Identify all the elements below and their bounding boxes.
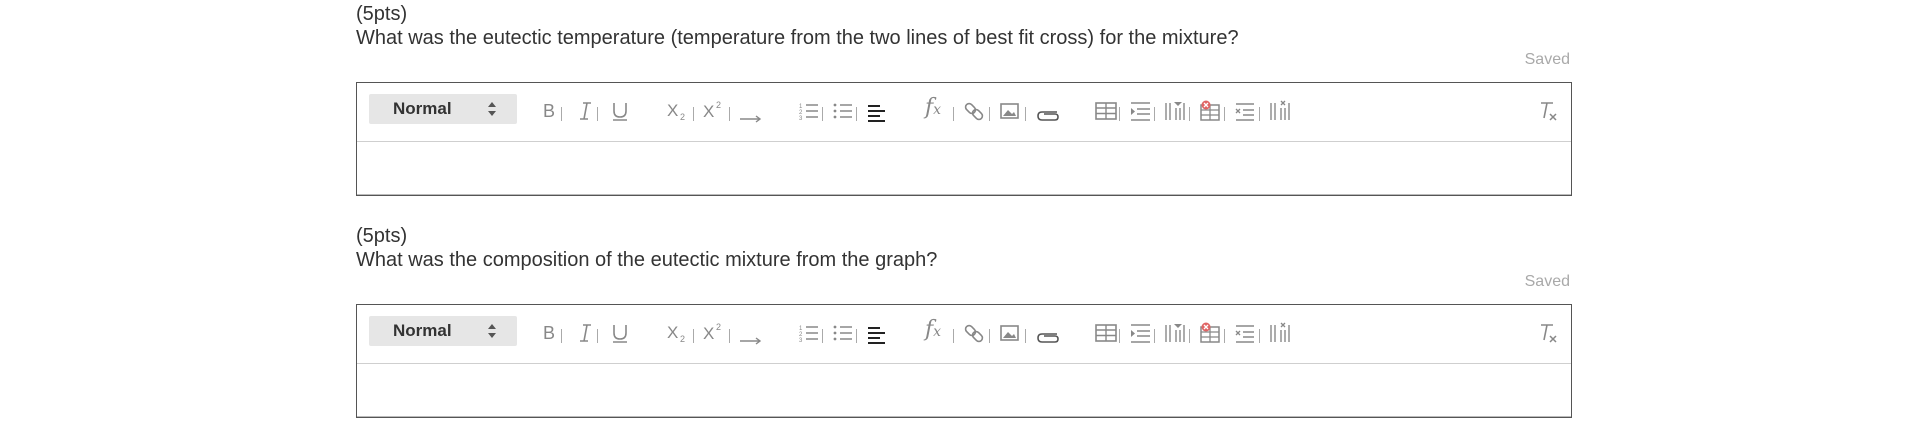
insert-column-icon[interactable] [1164,321,1186,345]
toolbar-separator [1025,107,1026,121]
toolbar-separator [693,107,694,121]
toolbar-separator [953,107,954,121]
toolbar-separator [1259,329,1260,343]
italic-icon[interactable] [575,321,597,345]
superscript-icon[interactable]: X2 [702,321,724,345]
subscript-icon[interactable]: X2 [666,99,688,123]
svg-text:2: 2 [716,322,721,332]
svg-text:3: 3 [799,116,803,122]
toolbar-separator [1189,107,1190,121]
toolbar-separator [693,329,694,343]
attachment-icon[interactable] [1035,99,1061,123]
image-icon[interactable] [999,321,1021,345]
delete-column-icon[interactable] [1269,99,1291,123]
editor-toolbar: Normal B X2 X2 1 2 3 fx [357,305,1571,364]
format-select-value: Normal [393,99,452,118]
updown-arrow-icon [487,101,497,122]
toolbar-separator [989,107,990,121]
updown-arrow-icon [487,323,497,344]
align-left-icon[interactable] [866,99,888,123]
toolbar-separator [1119,107,1120,121]
insert-column-icon[interactable] [1164,99,1186,123]
toolbar-separator [856,107,857,121]
editor-toolbar: Normal B X2 X2 1 2 3 fx [357,83,1571,142]
ordered-list-icon[interactable]: 123 [798,99,820,123]
underline-icon[interactable] [609,321,631,345]
align-left-icon[interactable] [866,321,888,345]
toolbar-separator [729,107,730,121]
svg-text:X: X [703,324,714,343]
rich-text-editor: Normal B X2 X2 1 2 3 fx [356,304,1572,418]
bullet-list-icon[interactable] [832,321,854,345]
format-select[interactable]: Normal [369,316,517,346]
underline-icon[interactable] [609,99,631,123]
delete-column-icon[interactable] [1269,321,1291,345]
saved-status: Saved [1524,51,1570,68]
svg-text:2: 2 [680,112,685,122]
bold-icon[interactable]: B [540,321,562,345]
answer-text-area[interactable] [357,364,1571,417]
toolbar-separator [1259,107,1260,121]
toolbar-separator [1224,329,1225,343]
toolbar-separator [1025,329,1026,343]
bold-icon[interactable]: B [540,99,562,123]
delete-table-icon[interactable] [1199,321,1221,345]
table-icon[interactable] [1095,321,1117,345]
toolbar-separator [1154,107,1155,121]
svg-text:X: X [703,102,714,121]
clear-format-icon[interactable] [1537,321,1559,345]
svg-text:3: 3 [799,338,803,344]
svg-text:X: X [667,323,678,342]
bullet-list-icon[interactable] [832,99,854,123]
image-icon[interactable] [999,99,1021,123]
question-prompt: What was the eutectic temperature (tempe… [356,27,1239,49]
format-select-value: Normal [393,321,452,340]
format-select[interactable]: Normal [369,94,517,124]
svg-text:2: 2 [716,100,721,110]
insert-row-icon[interactable] [1129,99,1151,123]
formula-icon[interactable]: fx [925,95,941,123]
toolbar-separator [856,329,857,343]
formula-icon[interactable]: fx [925,317,941,345]
answer-text-area[interactable] [357,142,1571,195]
toolbar-separator [729,329,730,343]
toolbar-separator [597,107,598,121]
svg-text:X: X [667,101,678,120]
link-icon[interactable] [963,99,985,123]
insert-row-icon[interactable] [1129,321,1151,345]
arrow-icon[interactable] [737,321,765,345]
link-icon[interactable] [963,321,985,345]
svg-text:2: 2 [680,334,685,344]
delete-table-icon[interactable] [1199,99,1221,123]
question-points: (5pts) [356,225,408,247]
toolbar-separator [953,329,954,343]
table-icon[interactable] [1095,99,1117,123]
toolbar-separator [1224,107,1225,121]
clear-format-icon[interactable] [1537,99,1559,123]
italic-icon[interactable] [575,99,597,123]
toolbar-separator [1189,329,1190,343]
svg-text:B: B [543,323,555,343]
toolbar-separator [1154,329,1155,343]
toolbar-separator [597,329,598,343]
attachment-icon[interactable] [1035,321,1061,345]
superscript-icon[interactable]: X2 [702,99,724,123]
toolbar-separator [989,329,990,343]
saved-status: Saved [1524,273,1570,290]
toolbar-separator [561,329,562,343]
delete-row-icon[interactable] [1234,99,1256,123]
arrow-icon[interactable] [737,99,765,123]
toolbar-separator [822,329,823,343]
svg-text:B: B [543,101,555,121]
question-points: (5pts) [356,3,408,25]
ordered-list-icon[interactable]: 123 [798,321,820,345]
rich-text-editor: Normal B X2 X2 1 2 3 fx [356,82,1572,196]
subscript-icon[interactable]: X2 [666,321,688,345]
question-prompt: What was the composition of the eutectic… [356,249,938,271]
toolbar-separator [561,107,562,121]
toolbar-separator [1119,329,1120,343]
toolbar-separator [822,107,823,121]
delete-row-icon[interactable] [1234,321,1256,345]
